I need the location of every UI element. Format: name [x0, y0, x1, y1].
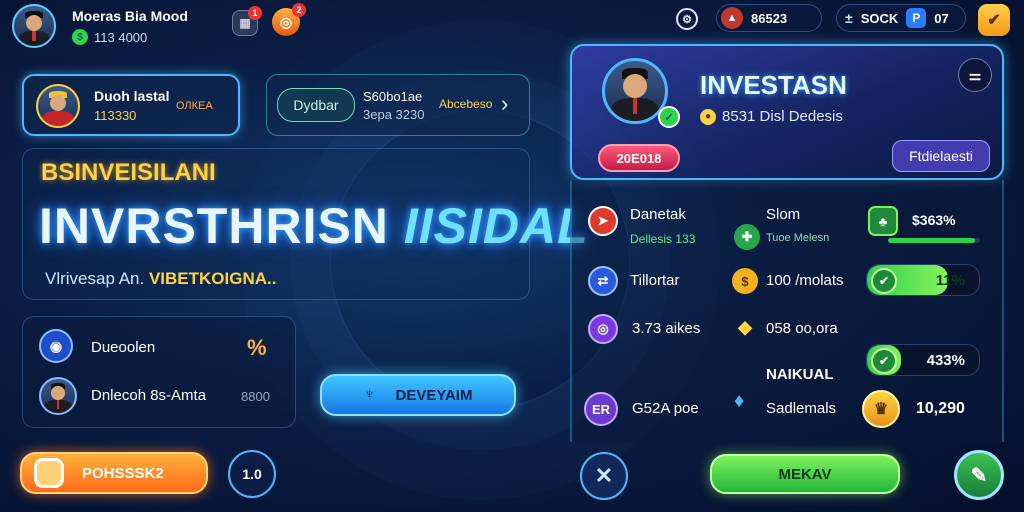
diamond-icon: ◆ — [738, 316, 752, 337]
hero-kicker: BSINVEISILANI — [41, 159, 216, 186]
sliders-icon: ⚌ — [968, 66, 982, 83]
gift-icon: ◎ — [279, 13, 293, 30]
gear-icon: ⚙ — [682, 13, 692, 26]
close-icon: ✕ — [594, 463, 614, 488]
check-icon: ✔ — [871, 268, 897, 294]
menu-button[interactable]: ✔ — [978, 4, 1010, 36]
coin-icon: ● — [700, 108, 716, 125]
progress-button[interactable]: POHSSSK2 — [20, 452, 208, 494]
mini-list-panel: ◉ Dueoolen % Dnlecoh 8s-Amta 8800 — [22, 316, 296, 428]
stat-label: 100 /molats — [766, 272, 844, 289]
bulb-icon: ♦ — [734, 390, 745, 412]
hero-title-main: INVRSTHRISN — [39, 198, 389, 254]
list-item-label: Dueoolen — [91, 339, 156, 356]
coin-icon: $ — [732, 268, 758, 294]
info-line-2: 3epa 3230 — [363, 107, 425, 122]
trophy-icon: ♛ — [862, 390, 900, 428]
chest-icon: ▲ — [721, 7, 743, 29]
swap-icon: ⇄ — [588, 266, 618, 296]
list-item-value: 8800 — [241, 389, 270, 404]
stop-icon — [34, 458, 64, 488]
stat-value: 10,290 — [916, 400, 965, 417]
leaf-icon: ♣ — [868, 206, 898, 236]
stat-label: 3.73 aikes — [632, 320, 701, 337]
profile-badge: 20E018 — [598, 144, 680, 172]
gift-button[interactable]: ◎ 2 — [272, 3, 306, 36]
cross-icon: ✚ — [734, 224, 760, 250]
stat-label: Sadlemals — [766, 400, 837, 417]
player-card[interactable]: Duoh lastal 113330 ОЛКЕА — [22, 74, 240, 136]
close-button[interactable]: ✕ — [580, 452, 628, 500]
card-value: 113330 — [94, 108, 137, 123]
profile-subtitle: ● 8531 Disl Dedesis — [700, 108, 843, 125]
hero-subtitle: Vlrivesap An. VIBETKOIGNA.. — [45, 269, 277, 288]
card-tag: ОЛКЕА — [176, 100, 213, 112]
settings-button[interactable]: ⚙ — [676, 8, 698, 30]
speed-button[interactable]: 1.0 — [228, 450, 276, 498]
check-icon: ✔ — [871, 348, 897, 374]
stat-bar: ✔ 11% — [866, 264, 980, 296]
cash-icon: $ — [72, 29, 88, 45]
verified-icon: ✓ — [658, 106, 680, 128]
stat-progress-track — [888, 238, 980, 243]
profile-action-button[interactable]: Ftdielaesti — [892, 140, 990, 172]
stat-sublabel: Tuoe Melesn — [766, 232, 830, 244]
options-button[interactable]: ⚌ — [958, 58, 992, 92]
develop-button[interactable]: ♆ DEVEYAIM — [320, 374, 516, 416]
er-icon: ER — [584, 392, 618, 426]
stat-label: Danetak — [630, 206, 686, 223]
premium-tag: P — [906, 8, 927, 28]
stat-label: Slom — [766, 206, 801, 223]
info-card[interactable]: Dydbar S60bo1ae 3epa 3230 Abcebeso › — [266, 74, 530, 136]
stat-label: G52A poe — [632, 400, 699, 417]
info-tag: Abcebeso — [439, 97, 493, 111]
stat-percent: $363% — [912, 212, 956, 228]
hero-title-highlight: IISIDAL — [403, 198, 589, 254]
list-item-label: Dnlecoh 8s-Amta — [91, 387, 207, 404]
player-avatar[interactable] — [12, 4, 56, 48]
player-currency: $ 113 4000 — [72, 29, 147, 45]
hero-panel: BSINVEISILANI INVRSTHRISN IISIDAL Vlrive… — [22, 148, 588, 300]
info-line-1: S60bo1ae — [363, 89, 423, 104]
confirm-button[interactable]: MEKAV — [710, 454, 900, 494]
mail-button[interactable]: ▦ 1 — [232, 6, 262, 36]
pencil-icon: ✎ — [970, 464, 988, 487]
info-tab[interactable]: Dydbar — [277, 88, 355, 122]
edit-button[interactable]: ✎ — [954, 450, 1004, 500]
check-icon: ✔ — [987, 12, 1001, 29]
player-name: Moeras Bia Mood — [72, 8, 188, 24]
lamp-icon: ♆ — [363, 386, 376, 403]
stat-label: 058 oo,ora — [766, 320, 838, 337]
stat-progress-fill — [888, 238, 976, 243]
scale-icon: ± — [845, 10, 853, 26]
gems-counter[interactable]: ± SOCK P 07 — [836, 4, 966, 32]
chat-icon: ◉ — [39, 329, 73, 363]
chevron-right-icon[interactable]: › — [501, 91, 508, 117]
card-title: Duoh lastal — [94, 88, 170, 104]
list-item-value: % — [247, 335, 267, 360]
spiral-icon: ◎ — [588, 314, 618, 344]
stat-label: Tillortar — [630, 272, 680, 289]
profile-title: INVESTASN — [700, 70, 847, 100]
profile-panel: ✓ INVESTASN ● 8531 Disl Dedesis 20E018 F… — [570, 44, 1004, 180]
stat-bar: ✔ 433% — [866, 344, 980, 376]
arrow-icon: ➤ — [588, 206, 618, 236]
stat-sublabel: Dellesis 133 — [630, 232, 696, 246]
list-avatar — [39, 377, 77, 415]
card-avatar — [36, 84, 80, 128]
coins-counter[interactable]: ▲ 86523 — [716, 4, 822, 32]
stats-heading: NAIKUAL — [766, 366, 834, 383]
gift-badge: 2 — [292, 3, 306, 17]
mail-icon: ▦ — [239, 16, 251, 30]
hero-title: INVRSTHRISN IISIDAL — [39, 197, 589, 255]
mail-badge: 1 — [248, 6, 262, 20]
